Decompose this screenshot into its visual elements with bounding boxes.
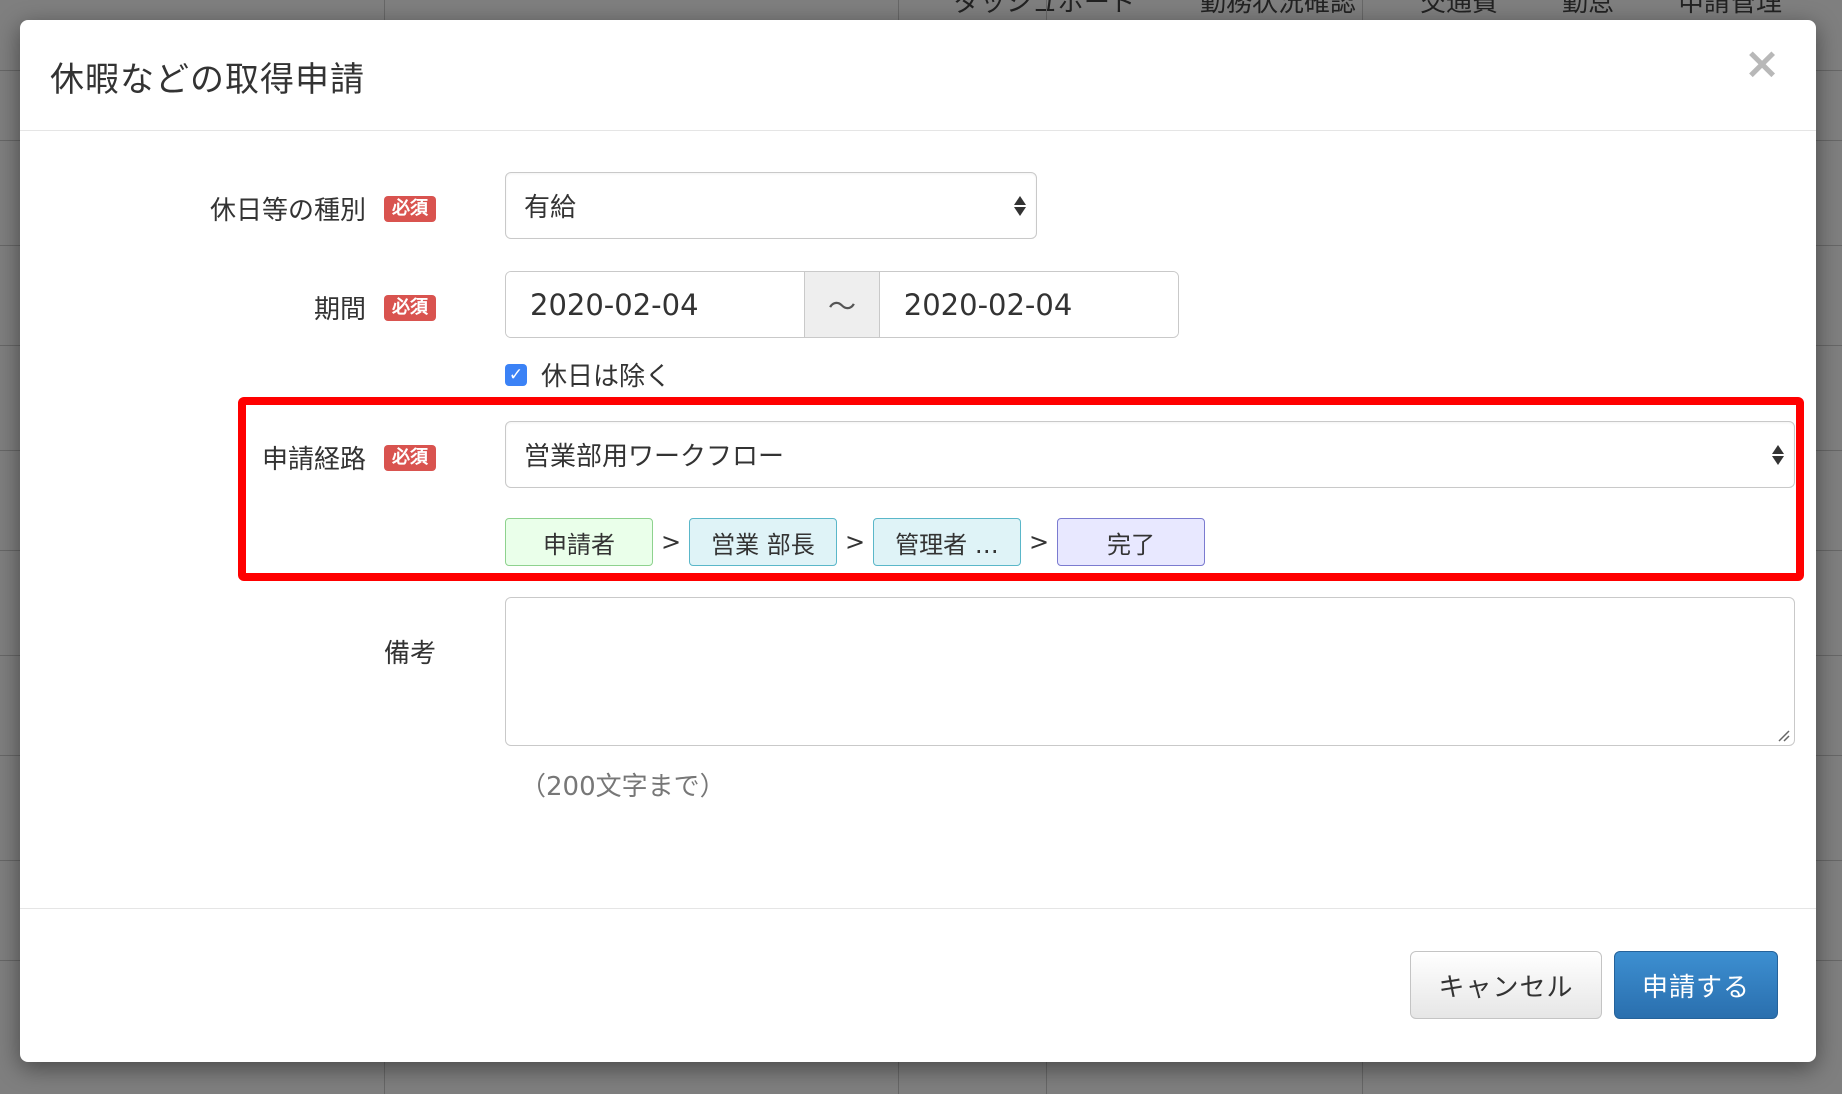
- remarks-hint: （200文字まで）: [520, 772, 726, 802]
- route-step-complete: 完了: [1057, 518, 1205, 566]
- modal-footer: キャンセル 申請する: [20, 908, 1816, 1062]
- select-arrows-icon: [1014, 195, 1026, 216]
- exclude-holidays-checkbox[interactable]: ✓: [505, 363, 527, 386]
- remarks-textarea[interactable]: [505, 597, 1795, 746]
- required-badge: 必須: [384, 195, 436, 222]
- period-label-group: 期間 必須: [314, 289, 436, 326]
- route-flow: 申請者 > 営業 部長 > 管理者 … > 完了: [505, 518, 1205, 566]
- remarks-label-group: 備考: [384, 633, 436, 670]
- leave-type-label: 休日等の種別: [209, 196, 366, 226]
- submit-button[interactable]: 申請する: [1614, 951, 1778, 1019]
- route-value: 営業部用ワークフロー: [524, 442, 785, 472]
- route-select[interactable]: 営業部用ワークフロー: [505, 421, 1795, 488]
- period-label: 期間: [313, 295, 366, 325]
- route-label-group: 申請経路 必須: [262, 439, 436, 476]
- required-badge: 必須: [384, 444, 436, 471]
- route-step-separator: >: [844, 528, 866, 556]
- modal-header: 休暇などの取得申請 ×: [20, 20, 1816, 131]
- remarks-label: 備考: [383, 639, 436, 669]
- leave-request-modal: 休暇などの取得申請 × 休日等の種別 必須 有給 期間 必須 2020-02-0…: [20, 20, 1816, 1062]
- route-step-separator: >: [1028, 528, 1050, 556]
- route-label: 申請経路: [261, 445, 366, 475]
- select-arrows-icon: [1772, 444, 1784, 465]
- leave-type-label-group: 休日等の種別 必須: [210, 190, 436, 227]
- exclude-holidays-row[interactable]: ✓ 休日は除く: [505, 356, 671, 393]
- period-row: 期間 必須 2020-02-04 〜 2020-02-04: [20, 271, 1816, 338]
- modal-title: 休暇などの取得申請: [50, 60, 365, 100]
- cancel-button[interactable]: キャンセル: [1410, 951, 1602, 1019]
- route-step-sales-manager: 営業 部長: [689, 518, 837, 566]
- route-step-administrator: 管理者 …: [873, 518, 1021, 566]
- exclude-holidays-label: 休日は除く: [541, 362, 672, 392]
- close-icon[interactable]: ×: [1742, 42, 1782, 86]
- leave-type-value: 有給: [524, 193, 577, 223]
- date-range-separator: 〜: [804, 272, 880, 337]
- leave-type-select[interactable]: 有給: [505, 172, 1037, 239]
- start-date-input[interactable]: 2020-02-04: [506, 272, 805, 337]
- route-step-separator: >: [660, 528, 682, 556]
- required-badge: 必須: [384, 294, 436, 321]
- route-step-applicant: 申請者: [505, 518, 653, 566]
- leave-type-row: 休日等の種別 必須 有給: [20, 172, 1816, 239]
- period-date-range: 2020-02-04 〜 2020-02-04: [505, 271, 1179, 338]
- end-date-input[interactable]: 2020-02-04: [879, 272, 1178, 337]
- resize-grip-icon[interactable]: [1776, 728, 1790, 742]
- route-row: 申請経路 必須 営業部用ワークフロー: [20, 421, 1816, 488]
